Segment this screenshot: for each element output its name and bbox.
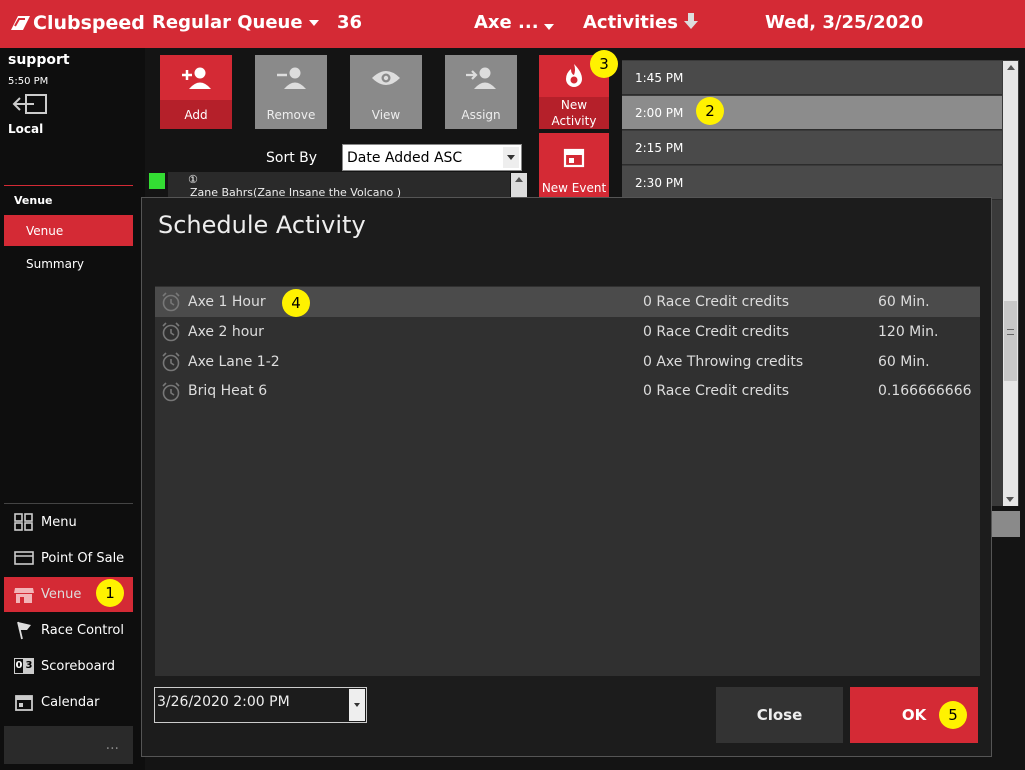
store-icon	[13, 586, 35, 604]
sidebar: support 5:50 PM Local Venue Venue Summar…	[0, 48, 145, 770]
close-button[interactable]: Close	[716, 687, 843, 743]
activity-row-selected[interactable]: Axe 1 Hour 0 Race Credit credits 60 Min.	[155, 287, 980, 317]
queue-scrollbar[interactable]	[511, 173, 527, 197]
mode-selector[interactable]: Activities	[583, 12, 678, 33]
download-icon[interactable]	[683, 12, 699, 35]
assign-button[interactable]: Assign	[445, 55, 517, 129]
alarm-clock-icon	[162, 292, 180, 312]
user-name: support	[8, 52, 70, 68]
activity-row[interactable]: Briq Heat 60 Race Credit credits 0.166666…	[155, 377, 980, 411]
time-slot[interactable]: 2:30 PM	[622, 166, 1002, 200]
time-slot[interactable]: 2:15 PM	[622, 131, 1002, 165]
brand-logo: Clubspeed	[8, 12, 145, 34]
step-marker: 4	[282, 289, 310, 317]
view-button[interactable]: View	[350, 55, 422, 129]
queue-count: 36	[337, 12, 363, 33]
alarm-clock-icon	[162, 322, 180, 342]
clubspeed-logo-icon	[11, 16, 30, 30]
new-event-button[interactable]: New Event	[539, 133, 609, 197]
alarm-clock-icon	[162, 382, 180, 402]
queue-list-item[interactable]: ① Zane Bahrs(Zane Insane the Volcano )	[168, 172, 510, 197]
nav-scoreboard[interactable]: 03 Scoreboard	[4, 649, 133, 683]
time-slot-selected[interactable]: 2:00 PM	[622, 96, 1002, 130]
nav-calendar[interactable]: Calendar	[4, 685, 133, 719]
panel-footer	[992, 511, 1020, 537]
track-dropdown-icon[interactable]	[544, 16, 554, 37]
flag-icon	[13, 621, 35, 640]
activity-row[interactable]: Axe Lane 1-2 0 Axe Throwing credits 60 Min…	[155, 347, 980, 377]
nav-point-of-sale[interactable]: Point Of Sale	[4, 541, 133, 575]
logout-icon[interactable]	[12, 93, 48, 119]
divider	[4, 503, 133, 504]
step-marker: 3	[590, 50, 618, 78]
activity-row[interactable]: Axe 2 hour 0 Race Credit credits 120 Min.	[155, 317, 980, 347]
scroll-down-icon[interactable]	[1006, 497, 1014, 502]
nav-menu[interactable]: Menu	[4, 505, 133, 539]
track-selector[interactable]: Axe ...	[474, 12, 539, 33]
queue-dropdown-icon[interactable]	[309, 12, 319, 33]
dialog-title: Schedule Activity	[158, 211, 366, 239]
chevron-down-icon[interactable]	[503, 147, 519, 168]
sort-label: Sort By	[266, 150, 318, 166]
brand-name: Clubspeed	[33, 12, 145, 34]
scroll-up-icon[interactable]	[1006, 65, 1015, 70]
nav-race-control[interactable]: Race Control	[4, 613, 133, 647]
info-icon: ①	[188, 173, 198, 186]
register-icon	[13, 549, 35, 567]
step-marker: 5	[939, 701, 967, 729]
remove-user-icon	[255, 55, 327, 100]
step-marker: 2	[696, 97, 724, 125]
section-title: Venue	[14, 194, 53, 207]
add-button[interactable]: Add	[160, 55, 232, 129]
schedule-scrollbar[interactable]	[1003, 61, 1018, 506]
time-slot[interactable]: 1:45 PM	[622, 61, 1002, 95]
eye-icon	[350, 55, 422, 100]
grid-icon	[13, 513, 35, 531]
queue-selector[interactable]: Regular Queue	[152, 12, 303, 33]
datetime-picker[interactable]: 3/26/2020 2:00 PM	[154, 687, 367, 723]
calendar-icon	[13, 693, 35, 711]
sidebar-item-summary[interactable]: Summary	[4, 248, 133, 279]
remove-button[interactable]: Remove	[255, 55, 327, 129]
assign-user-icon	[445, 55, 517, 100]
chevron-down-icon[interactable]	[349, 689, 365, 721]
sidebar-item-venue-active[interactable]: Venue	[4, 215, 133, 246]
sort-select[interactable]: Date Added ASC	[342, 144, 522, 171]
status-indicator	[149, 173, 165, 189]
user-time: 5:50 PM	[8, 76, 49, 87]
step-marker: 1	[96, 579, 124, 607]
current-date: Wed, 3/25/2020	[765, 12, 924, 33]
flame-icon	[563, 55, 585, 97]
calendar-icon	[563, 133, 585, 181]
divider	[4, 185, 133, 186]
scoreboard-icon: 03	[13, 657, 35, 675]
alarm-clock-icon	[162, 352, 180, 372]
user-location: Local	[8, 122, 44, 136]
add-user-icon	[160, 55, 232, 100]
more-button[interactable]: ...	[4, 726, 133, 764]
scroll-thumb[interactable]	[1004, 301, 1017, 381]
top-bar: Clubspeed Regular Queue 36 Axe ... Activ…	[0, 0, 1025, 48]
